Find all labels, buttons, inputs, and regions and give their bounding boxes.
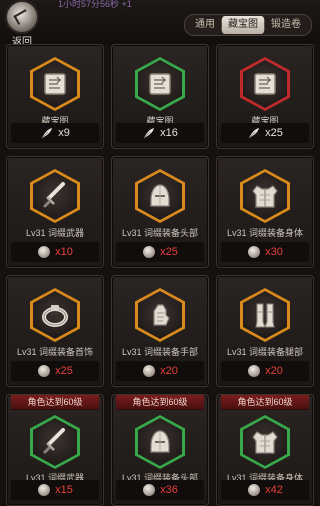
gem-icon [247, 245, 261, 259]
item-name: Lv31 词缀装备腿部 [226, 347, 304, 357]
cost-row: x20 [221, 361, 309, 381]
item-name: Lv31 词缀装备头部 [121, 228, 199, 238]
item-card[interactable]: 藏宝图 x9 [6, 44, 104, 149]
item-card[interactable]: Lv31 词缀装备腿部 x20 [216, 275, 314, 387]
level-requirement-banner: 角色达到60级 [116, 395, 204, 410]
cost-row: x25 [221, 123, 309, 143]
cost-row: x42 [221, 480, 309, 500]
cost-amount: x20 [265, 365, 283, 377]
armor-icon [243, 172, 287, 220]
cost-amount: x20 [160, 365, 178, 377]
item-frame [135, 288, 185, 342]
cost-amount: x9 [58, 127, 70, 139]
gem-icon [142, 364, 156, 378]
cost-amount: x30 [265, 246, 283, 258]
item-card[interactable]: Lv31 词缀装备身体 x30 [216, 156, 314, 268]
cost-row: x25 [116, 242, 204, 262]
item-card[interactable]: 角色达到60级 Lv31 词缀装备头部 x36 [111, 394, 209, 506]
treasure-map-icon [138, 60, 182, 108]
gem-icon [247, 364, 261, 378]
cost-amount: x42 [265, 484, 283, 496]
item-frame [240, 57, 290, 111]
item-frame [240, 288, 290, 342]
item-name: Lv31 词缀装备手部 [121, 347, 199, 357]
ring-icon [33, 291, 77, 339]
cost-row: x36 [116, 480, 204, 500]
tab-forging-scroll[interactable]: 锻造卷 [265, 15, 307, 35]
gem-icon [37, 364, 51, 378]
back-arrow-icon [7, 2, 37, 32]
greaves-icon [243, 291, 287, 339]
item-frame [135, 415, 185, 469]
item-frame [135, 169, 185, 223]
item-card[interactable]: Lv31 词缀装备手部 x20 [111, 275, 209, 387]
item-name: Lv31 词缀武器 [25, 228, 85, 238]
item-frame [240, 415, 290, 469]
top-bar: 返回 1小时57分56秒 +1 通用 藏宝图 锻造卷 [0, 0, 320, 48]
feather-icon [247, 126, 261, 140]
item-frame [30, 57, 80, 111]
sword-icon [33, 418, 77, 466]
cost-amount: x25 [265, 127, 283, 139]
item-card[interactable]: 角色达到60级 Lv31 词缀武器 x15 [6, 394, 104, 506]
cost-amount: x16 [160, 127, 178, 139]
item-frame [135, 57, 185, 111]
cost-row: x20 [116, 361, 204, 381]
item-name: Lv31 词缀装备首饰 [16, 347, 94, 357]
item-card[interactable]: 藏宝图 x16 [111, 44, 209, 149]
sword-icon [33, 172, 77, 220]
gauntlet-icon [138, 291, 182, 339]
cost-amount: x15 [55, 484, 73, 496]
helmet-icon [138, 172, 182, 220]
cost-row: x30 [221, 242, 309, 262]
category-tabs: 通用 藏宝图 锻造卷 [184, 14, 312, 36]
level-requirement-banner: 角色达到60级 [221, 395, 309, 410]
item-frame [30, 415, 80, 469]
cost-row: x16 [116, 123, 204, 143]
treasure-map-icon [33, 60, 77, 108]
item-frame [240, 169, 290, 223]
gem-icon [142, 483, 156, 497]
treasure-map-icon [243, 60, 287, 108]
cost-row: x15 [11, 480, 99, 500]
gem-icon [37, 245, 51, 259]
item-card[interactable]: 藏宝图 x25 [216, 44, 314, 149]
cost-amount: x10 [55, 246, 73, 258]
item-grid: 藏宝图 x9 藏宝图 x16 藏宝图 x25 Lv31 词缀武器 x10 Lv31 词缀装备头部… [6, 44, 316, 506]
cost-row: x25 [11, 361, 99, 381]
item-card[interactable]: Lv31 词缀武器 x10 [6, 156, 104, 268]
gem-icon [142, 245, 156, 259]
item-frame [30, 169, 80, 223]
tab-general[interactable]: 通用 [189, 15, 221, 35]
recharge-timer: 1小时57分56秒 +1 [58, 0, 132, 9]
armor-icon [243, 418, 287, 466]
cost-row: x10 [11, 242, 99, 262]
level-requirement-banner: 角色达到60级 [11, 395, 99, 410]
cost-amount: x25 [160, 246, 178, 258]
gem-icon [247, 483, 261, 497]
cost-row: x9 [11, 123, 99, 143]
item-card[interactable]: Lv31 词缀装备头部 x25 [111, 156, 209, 268]
cost-amount: x36 [160, 484, 178, 496]
item-card[interactable]: 角色达到60级 Lv31 词缀装备身体 x42 [216, 394, 314, 506]
item-frame [30, 288, 80, 342]
tab-treasure-map[interactable]: 藏宝图 [222, 16, 264, 34]
item-card[interactable]: Lv31 词缀装备首饰 x25 [6, 275, 104, 387]
back-button[interactable]: 返回 [2, 2, 42, 48]
cost-amount: x25 [55, 365, 73, 377]
feather-icon [142, 126, 156, 140]
gem-icon [37, 483, 51, 497]
item-name: Lv31 词缀装备身体 [226, 228, 304, 238]
feather-icon [40, 126, 54, 140]
helmet-icon [138, 418, 182, 466]
